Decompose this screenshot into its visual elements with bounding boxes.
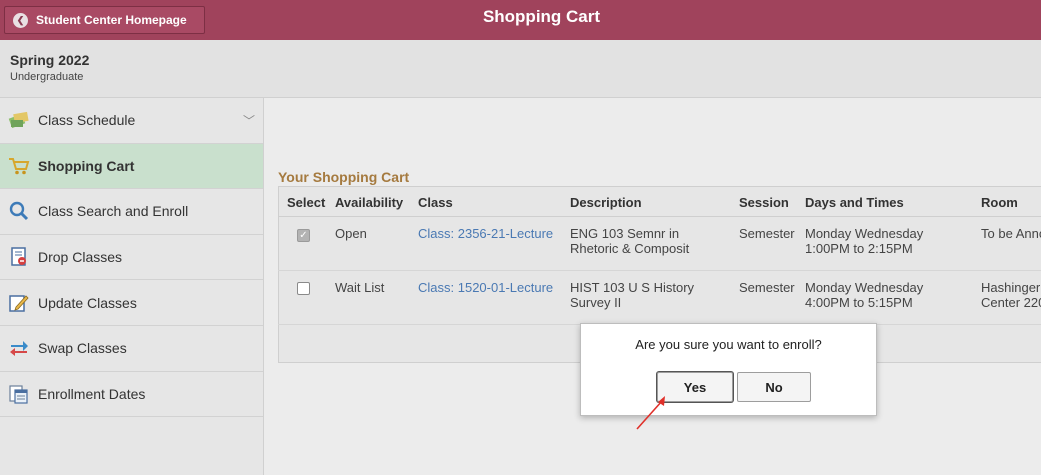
sidebar-item-drop-classes[interactable]: Drop Classes	[0, 235, 263, 281]
swap-arrows-icon	[8, 338, 30, 358]
class-link[interactable]: Class: 1520-01-Lecture	[409, 270, 561, 325]
sidebar-item-class-schedule[interactable]: Class Schedule ﹀	[0, 98, 263, 144]
sidebar-item-shopping-cart[interactable]: Shopping Cart	[0, 143, 263, 190]
days-text: Monday Wednesday	[805, 225, 924, 241]
calendar-icon	[8, 384, 30, 404]
sidebar-item-enrollment-dates[interactable]: Enrollment Dates	[0, 372, 263, 418]
description-line: ENG 103 Semnr in	[570, 225, 680, 241]
days-times-cell: Monday Wednesday 4:00PM to 5:15PM	[796, 270, 972, 325]
column-header: Days and Times	[796, 190, 972, 217]
cart-table: Select Availability Class Description Se…	[278, 190, 1041, 325]
back-arrow-icon: ❮	[13, 12, 28, 28]
sidebar-item-label: Shopping Cart	[38, 157, 135, 174]
class-link[interactable]: Class: 2356-21-Lecture	[409, 216, 561, 271]
page-title: Shopping Cart	[482, 7, 601, 26]
availability-cell: Wait List	[326, 270, 409, 325]
description-cell: ENG 103 Semnr in Rhetoric & Composit	[561, 216, 730, 271]
times-text: 4:00PM to 5:15PM	[805, 294, 913, 310]
column-header: Description	[561, 190, 730, 217]
description-line: Survey II	[570, 294, 622, 310]
sidebar-item-label: Update Classes	[38, 294, 137, 311]
room-line: Hashinger	[981, 279, 1041, 295]
description-line: Rhetoric & Composit	[570, 240, 690, 256]
session-cell: Semester	[730, 216, 796, 271]
cart-icon	[8, 156, 30, 176]
term-career: Undergraduate	[10, 71, 84, 83]
days-text: Monday Wednesday	[805, 279, 924, 295]
sidebar-item-update-classes[interactable]: Update Classes	[0, 280, 263, 326]
availability-cell: Open	[326, 216, 409, 271]
sidebar-item-label: Class Schedule	[38, 112, 136, 129]
column-header: Availability	[326, 190, 409, 217]
room-cell: To be Annc	[972, 216, 1041, 271]
class-schedule-icon	[8, 110, 30, 130]
times-text: 1:00PM to 2:15PM	[805, 240, 913, 256]
annotation-arrow-icon	[636, 396, 665, 430]
sidebar: Class Schedule ﹀ Shopping Cart Class Sea…	[0, 98, 264, 475]
table-header-row: Select Availability Class Description Se…	[278, 190, 1041, 217]
select-cell: ✓	[278, 216, 326, 271]
description-line: HIST 103 U S History	[570, 279, 695, 295]
select-checkbox[interactable]: ✓	[297, 228, 310, 242]
chevron-down-icon[interactable]: ﹀	[243, 112, 255, 129]
room-line: Center 220	[981, 294, 1041, 310]
sidebar-item-class-search[interactable]: Class Search and Enroll	[0, 189, 263, 235]
sidebar-item-label: Swap Classes	[38, 340, 127, 357]
days-times-cell: Monday Wednesday 1:00PM to 2:15PM	[796, 216, 972, 271]
sidebar-item-label: Drop Classes	[38, 249, 123, 266]
cart-title: Your Shopping Cart	[278, 169, 410, 185]
column-header: Session	[730, 190, 796, 217]
term-bar: Spring 2022 Undergraduate	[0, 40, 1041, 98]
sidebar-item-label: Class Search and Enroll	[38, 203, 189, 220]
session-cell: Semester	[730, 270, 796, 325]
term-name: Spring 2022	[10, 52, 90, 68]
room-cell: Hashinger Center 220	[972, 270, 1041, 325]
search-icon	[8, 201, 30, 221]
sidebar-item-label: Enrollment Dates	[38, 385, 146, 402]
no-button[interactable]: No	[737, 372, 811, 402]
column-header: Room	[972, 190, 1041, 217]
edit-icon	[8, 293, 30, 313]
description-cell: HIST 103 U S History Survey II	[561, 270, 730, 325]
column-header: Class	[409, 190, 561, 217]
table-row: ✓ Open Class: 2356-21-Lecture ENG 103 Se…	[278, 216, 1041, 271]
select-checkbox[interactable]	[297, 281, 310, 295]
back-button-label: Student Center Homepage	[36, 13, 187, 27]
select-cell	[278, 270, 326, 325]
table-row: Wait List Class: 1520-01-Lecture HIST 10…	[278, 270, 1041, 325]
column-header: Select	[278, 190, 326, 217]
enroll-confirm-dialog: Are you sure you want to enroll? Yes No	[580, 323, 877, 416]
dialog-message: Are you sure you want to enroll?	[635, 337, 822, 352]
drop-icon	[8, 247, 30, 267]
room-line: To be Annc	[981, 225, 1041, 241]
student-center-homepage-button[interactable]: ❮ Student Center Homepage	[4, 6, 205, 34]
sidebar-item-swap-classes[interactable]: Swap Classes	[0, 326, 263, 372]
